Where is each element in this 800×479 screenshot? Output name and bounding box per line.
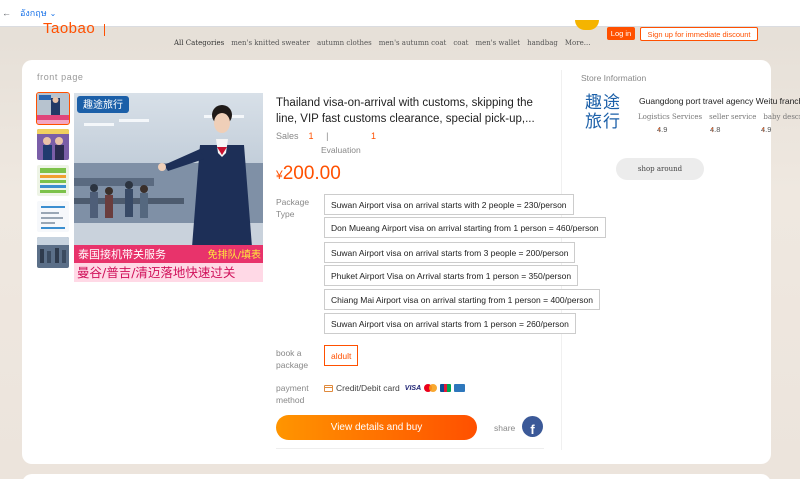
shop-around-button[interactable]: shop around: [616, 158, 704, 180]
mastercard-icon: [424, 384, 438, 392]
category-nav: All Categories men's knitted sweater aut…: [174, 39, 590, 47]
thumbnail[interactable]: [37, 237, 69, 268]
gallery-label: front page: [37, 72, 84, 82]
category-link[interactable]: All Categories: [174, 39, 224, 47]
taobao-logo[interactable]: Taobao: [43, 20, 95, 37]
up-arrow-icon: ↑: [761, 125, 765, 134]
share-label: share: [494, 423, 516, 433]
sales-count: 1: [308, 131, 314, 141]
image-cities-text: 曼谷/普吉/清迈落地快速过关: [77, 265, 235, 280]
price-value: 200.00: [282, 163, 341, 184]
metric-label: baby description: [763, 113, 800, 121]
view-details-buy-button[interactable]: View details and buy: [276, 415, 477, 440]
thumbnail[interactable]: [37, 165, 69, 196]
facebook-icon[interactable]: f: [522, 416, 543, 437]
metric-label: seller service: [709, 113, 757, 121]
stats-separator: |: [326, 131, 329, 141]
payment-method-text: Credit/Debit card: [336, 383, 400, 393]
login-button[interactable]: Log in: [607, 27, 635, 40]
package-option[interactable]: Phuket Airport Visa on Arrival starts fr…: [324, 265, 579, 286]
category-link[interactable]: men's autumn coat: [379, 39, 447, 47]
image-service-tag: 免排队/填表: [208, 248, 261, 261]
evaluation-count[interactable]: 1: [371, 131, 376, 141]
metric-label: Logistics Services: [638, 113, 703, 121]
image-badge-text: 趣途旅行: [83, 98, 123, 111]
category-link[interactable]: handbag: [527, 39, 558, 47]
thumbnail-list: [36, 92, 70, 268]
category-link[interactable]: More...: [565, 39, 591, 47]
product-main-image[interactable]: 趣途旅行 泰国接机带关服务 免排队/填表 曼谷/普吉/清迈落地快速过关: [74, 93, 263, 282]
package-option[interactable]: Suwan Airport visa on arrival starts fro…: [324, 242, 576, 263]
category-link[interactable]: men's knitted sweater: [231, 39, 310, 47]
image-service-text: 泰国接机带关服务: [78, 247, 166, 261]
language-selector[interactable]: อังกฤษ ⌄: [20, 6, 56, 20]
package-option[interactable]: Suwan Airport visa on arrival starts wit…: [324, 194, 574, 215]
book-package-label: book a package: [276, 348, 309, 370]
translate-bar: ← อังกฤษ ⌄: [0, 0, 800, 27]
package-option[interactable]: Chiang Mai Airport visa on arrival start…: [324, 289, 600, 310]
thumbnail[interactable]: [36, 92, 70, 125]
visa-icon: VISA: [404, 384, 422, 392]
mascot-icon: [575, 20, 599, 30]
up-arrow-icon: ↑: [710, 125, 714, 134]
jcb-icon: [440, 384, 452, 392]
store-metrics: Logistics Services seller service baby d…: [638, 113, 800, 121]
amex-icon: [454, 384, 466, 392]
thumbnail[interactable]: [37, 201, 69, 232]
payment-methods: Credit/Debit card VISA: [324, 383, 466, 393]
payment-method-label: payment method: [276, 383, 309, 405]
credit-card-icon: [324, 384, 333, 392]
category-link[interactable]: autumn clothes: [317, 39, 372, 47]
language-label: อังกฤษ: [20, 8, 47, 18]
store-info-label: Store Information: [581, 73, 647, 83]
facebook-letter: f: [530, 422, 535, 437]
bottom-card: [22, 474, 771, 479]
back-arrow-icon[interactable]: ←: [2, 8, 11, 18]
price: ¥200.00: [276, 163, 341, 185]
sales-label: Sales: [276, 131, 299, 141]
thumbnail[interactable]: [37, 129, 69, 160]
package-option[interactable]: Don Mueang Airport visa on arrival start…: [324, 217, 606, 238]
divider: [276, 448, 544, 449]
category-link[interactable]: men's wallet: [475, 39, 520, 47]
signup-button[interactable]: Sign up for immediate discount: [640, 27, 758, 41]
store-logo[interactable]: 趣途旅行: [585, 94, 627, 132]
up-arrow-icon: ↑: [657, 125, 661, 134]
logo-divider: [104, 24, 105, 36]
category-link[interactable]: coat: [453, 39, 468, 47]
sales-row: Sales 1 |: [276, 131, 328, 141]
product-title: Thailand visa-on-arrival with customs, s…: [276, 97, 535, 125]
chevron-down-icon: ⌄: [49, 8, 57, 18]
currency-symbol: ¥: [276, 168, 283, 182]
evaluation-label[interactable]: Evaluation: [321, 145, 361, 155]
package-option[interactable]: Suwan Airport visa on arrival starts fro…: [324, 313, 576, 334]
adult-option[interactable]: aldult: [324, 345, 359, 366]
store-name[interactable]: Guangdong port travel agency Weitu franc…: [639, 96, 800, 106]
package-type-label: Package Type: [276, 197, 310, 219]
